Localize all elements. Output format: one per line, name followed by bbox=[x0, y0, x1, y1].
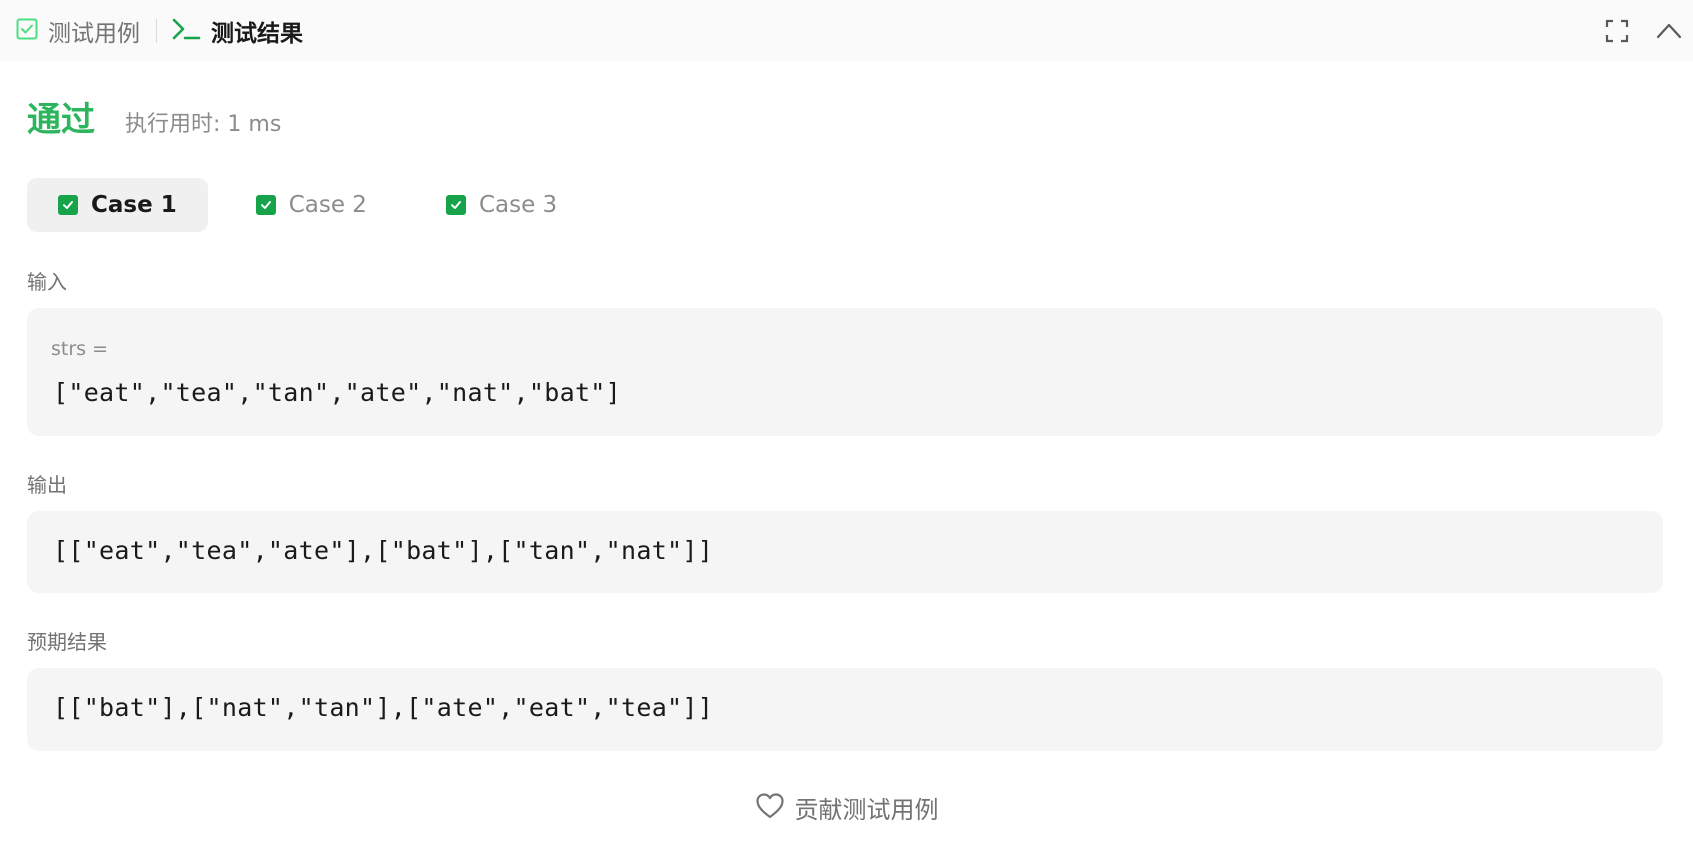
passed-check-icon bbox=[58, 195, 78, 215]
output-value[interactable]: [["eat","tea","ate"],["bat"],["tan","nat… bbox=[53, 536, 713, 565]
tab-testcase-label: 测试用例 bbox=[48, 21, 140, 47]
chevron-up-icon[interactable] bbox=[1647, 9, 1691, 53]
passed-check-icon bbox=[445, 195, 466, 215]
expected-box: [["bat"],["nat","tan"],["ate","eat","tea… bbox=[27, 668, 1663, 751]
case-tabs: Case 1 Case 2 Case 3 bbox=[27, 178, 605, 232]
verdict-text: 通过 bbox=[27, 100, 95, 140]
terminal-icon bbox=[171, 17, 201, 45]
input-section-label: 输入 bbox=[27, 270, 67, 294]
case-tab-label: Case 1 bbox=[91, 192, 177, 218]
tab-testcase[interactable]: 测试用例 bbox=[16, 0, 140, 62]
input-var-name: strs = bbox=[51, 338, 109, 360]
checkbox-icon bbox=[16, 18, 38, 44]
case-tab-1[interactable]: Case 1 bbox=[27, 178, 208, 232]
panel-header: 测试用例 测试结果 bbox=[0, 0, 1693, 62]
case-tab-2[interactable]: Case 2 bbox=[225, 178, 398, 232]
case-tab-label: Case 3 bbox=[478, 192, 558, 218]
output-box: [["eat","tea","ate"],["bat"],["tan","nat… bbox=[27, 511, 1663, 593]
runtime-text: 执行用时: 1 ms bbox=[125, 112, 282, 137]
tab-divider bbox=[156, 19, 157, 43]
expected-value[interactable]: [["bat"],["nat","tan"],["ate","eat","tea… bbox=[53, 693, 713, 722]
expected-section-label: 预期结果 bbox=[27, 630, 107, 654]
tab-test-result-label: 测试结果 bbox=[211, 21, 303, 47]
case-tab-3[interactable]: Case 3 bbox=[415, 178, 588, 232]
fullscreen-icon[interactable] bbox=[1595, 9, 1639, 53]
header-actions bbox=[1595, 0, 1693, 62]
result-status: 通过 执行用时: 1 ms bbox=[27, 92, 281, 141]
output-section-label: 输出 bbox=[27, 473, 67, 497]
heart-icon bbox=[755, 792, 785, 824]
input-value[interactable]: ["eat","tea","tan","ate","nat","bat"] bbox=[53, 378, 621, 407]
contribute-label: 贡献测试用例 bbox=[794, 796, 939, 824]
case-tab-label: Case 2 bbox=[288, 192, 367, 218]
passed-check-icon bbox=[255, 195, 276, 215]
tab-test-result[interactable]: 测试结果 bbox=[171, 0, 303, 62]
contribute-testcase-button[interactable]: 贡献测试用例 bbox=[0, 790, 1693, 825]
input-box: strs = ["eat","tea","tan","ate","nat","b… bbox=[27, 308, 1663, 436]
